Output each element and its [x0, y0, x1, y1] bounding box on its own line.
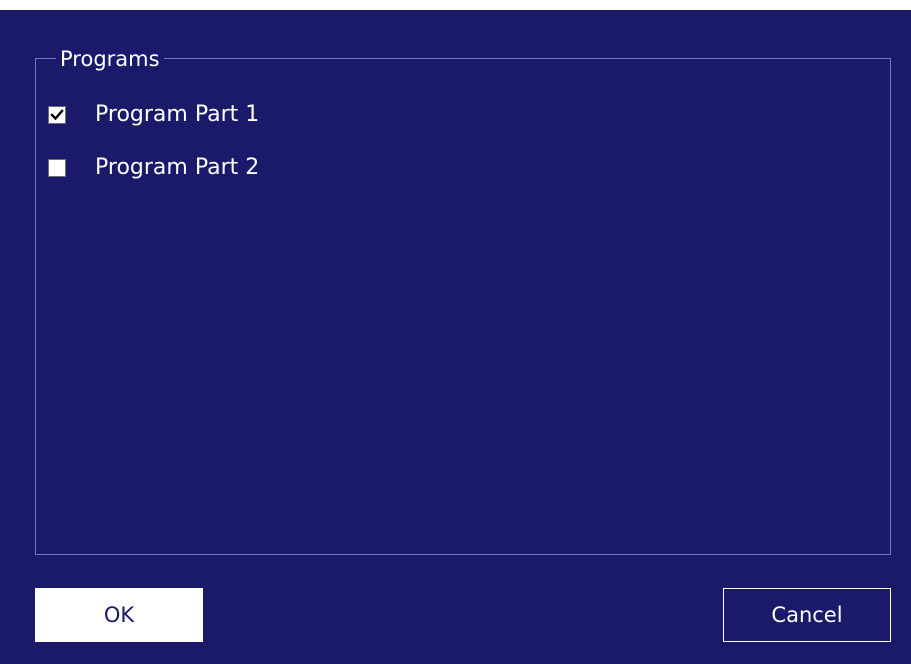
- program-part-2-checkbox[interactable]: Program Part 2: [48, 151, 259, 185]
- program-part-2-label: Program Part 2: [95, 155, 260, 180]
- ok-button[interactable]: OK: [35, 588, 203, 642]
- check-icon: [50, 109, 64, 121]
- cancel-button[interactable]: Cancel: [723, 588, 891, 642]
- programs-groupbox-title: Programs: [56, 44, 164, 74]
- checkbox-checked[interactable]: [48, 106, 66, 124]
- program-part-1-label: Program Part 1: [95, 102, 260, 127]
- checkbox-unchecked[interactable]: [48, 159, 66, 177]
- top-band: [0, 0, 911, 10]
- programs-groupbox: [35, 58, 891, 555]
- program-part-1-checkbox[interactable]: Program Part 1: [48, 98, 259, 132]
